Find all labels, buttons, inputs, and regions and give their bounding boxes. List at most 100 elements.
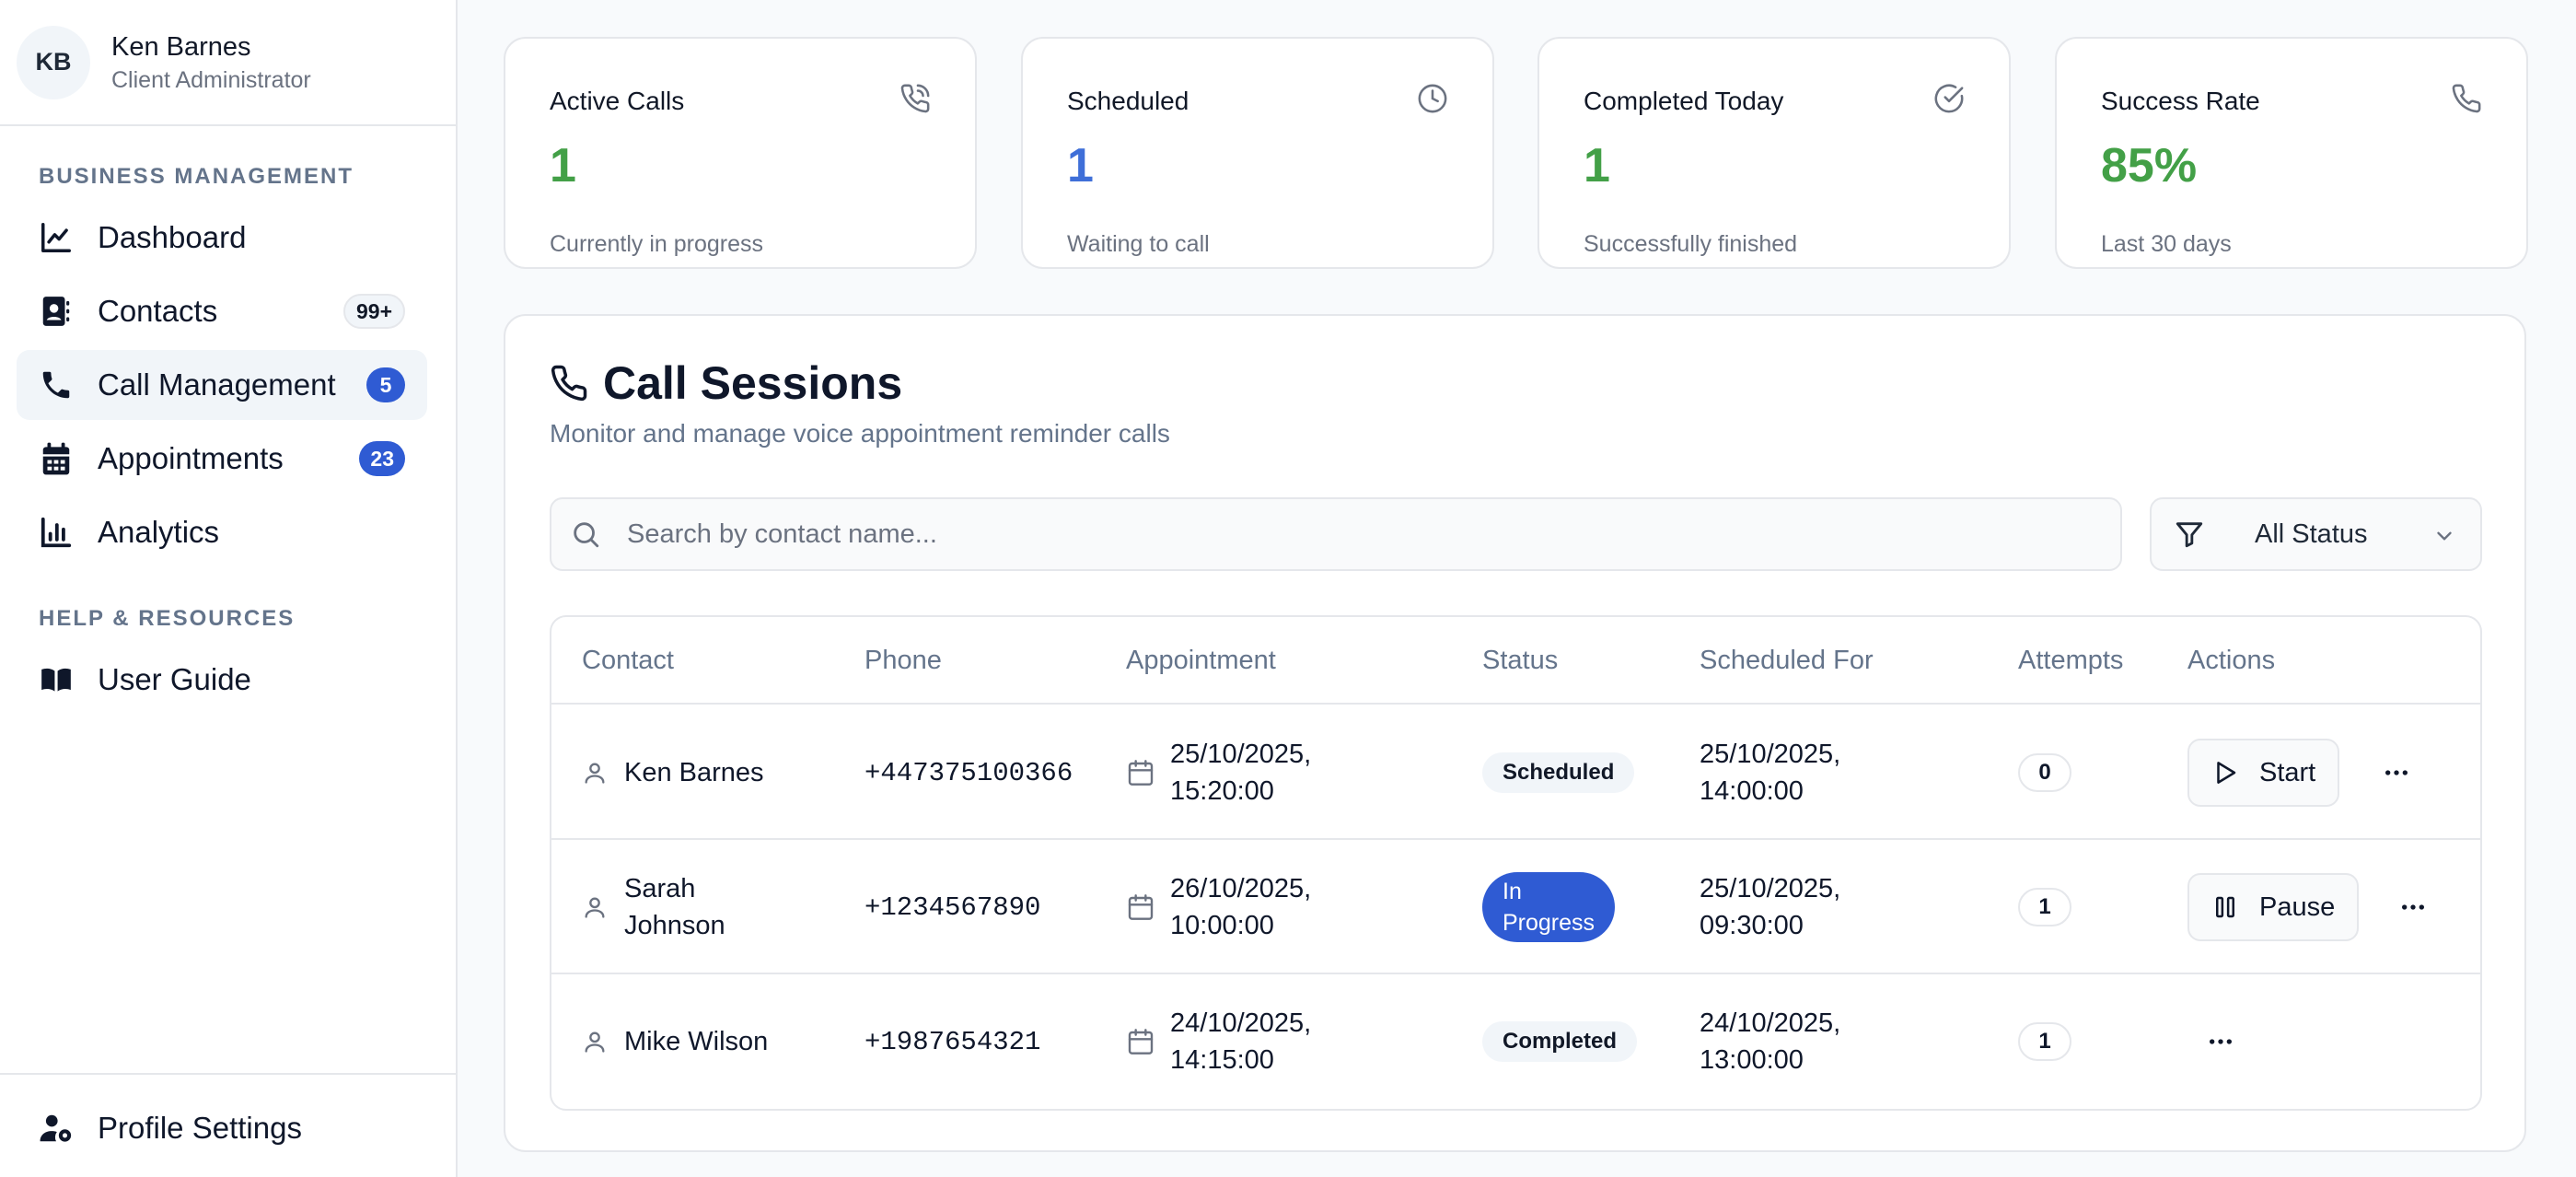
user-name: Ken Barnes (111, 31, 251, 62)
sidebar-item-user-guide[interactable]: User Guide (17, 645, 427, 715)
appointment-date: 24/10/2025, (1170, 1008, 1312, 1038)
sidebar-item-analytics[interactable]: Analytics (17, 497, 427, 567)
phone-icon (550, 364, 588, 402)
user-profile[interactable]: KB Ken Barnes Client Administrator (0, 0, 456, 126)
calendar-icon (1126, 892, 1155, 922)
start-call-button[interactable]: Start (2187, 739, 2340, 807)
stat-value: 1 (1584, 139, 1610, 192)
scheduled-time: 09:30:00 (1700, 911, 1804, 940)
sidebar-item-contacts[interactable]: Contacts 99+ (17, 276, 427, 346)
search-icon (570, 519, 601, 550)
column-header-contact[interactable]: Contact (582, 617, 674, 705)
attempts-badge: 0 (2018, 753, 2071, 792)
stat-card-success-rate: Success Rate 85% Last 30 days (2055, 37, 2528, 269)
phone-number: +447375100366 (864, 757, 1073, 788)
pause-call-button[interactable]: Pause (2187, 873, 2360, 941)
table-header: Contact Phone Appointment Status Schedul… (551, 617, 2480, 705)
calls-count-badge: 5 (366, 367, 405, 402)
status-filter-select[interactable]: All Status (2150, 497, 2482, 571)
column-header-status[interactable]: Status (1482, 617, 1558, 705)
stat-card-active-calls: Active Calls 1 Currently in progress (504, 37, 977, 269)
status-line-1: In (1503, 879, 1522, 904)
sidebar-item-profile-settings[interactable]: Profile Settings (17, 1093, 427, 1163)
stat-subtitle: Successfully finished (1584, 231, 1798, 257)
page-title: Call Sessions (603, 357, 903, 409)
page-subtitle: Monitor and manage voice appointment rem… (550, 419, 1170, 448)
calendar-icon (39, 441, 74, 476)
table-row: Ken Barnes +447375100366 25/10/2025, 15:… (551, 705, 2480, 840)
sidebar-item-label: User Guide (98, 662, 251, 696)
stat-card-scheduled: Scheduled 1 Waiting to call (1021, 37, 1494, 269)
sidebar: KB Ken Barnes Client Administrator BUSIN… (0, 0, 458, 1177)
call-sessions-table: Contact Phone Appointment Status Schedul… (550, 615, 2482, 1111)
search-input[interactable] (627, 519, 2008, 550)
more-options-icon[interactable] (2206, 1027, 2235, 1056)
phone-call-icon (899, 83, 931, 114)
sidebar-item-appointments[interactable]: Appointments 23 (17, 424, 427, 494)
scheduled-time: 13:00:00 (1700, 1045, 1804, 1075)
filter-icon (2174, 519, 2205, 550)
sidebar-item-call-management[interactable]: Call Management 5 (17, 350, 427, 420)
appointment-time: 10:00:00 (1170, 911, 1274, 940)
filter-selected-value: All Status (2255, 519, 2368, 549)
stat-title: Completed Today (1584, 87, 1784, 115)
pause-icon (2211, 893, 2239, 921)
user-icon (582, 760, 608, 786)
sidebar-item-label: Profile Settings (98, 1111, 302, 1145)
stat-title: Success Rate (2101, 87, 2260, 115)
stat-subtitle: Last 30 days (2101, 231, 2232, 257)
table-row: Sarah Johnson +1234567890 26/10/2025, 10… (551, 840, 2480, 974)
contact-last-name: Johnson (624, 911, 725, 940)
phone-number: +1234567890 (864, 891, 1041, 923)
contacts-icon (39, 294, 74, 329)
user-icon (582, 1029, 608, 1055)
start-button-label: Start (2259, 757, 2316, 787)
column-header-phone[interactable]: Phone (864, 617, 942, 705)
appointment-date: 25/10/2025, (1170, 740, 1312, 769)
attempts-badge: 1 (2018, 888, 2071, 926)
appointment-time: 15:20:00 (1170, 776, 1274, 806)
stat-title: Scheduled (1067, 87, 1189, 115)
sidebar-item-label: Dashboard (98, 220, 247, 254)
contacts-count-badge: 99+ (342, 294, 405, 329)
clock-icon (1417, 83, 1448, 114)
appointments-count-badge: 23 (359, 441, 405, 476)
status-badge: Scheduled (1482, 752, 1635, 793)
scheduled-date: 25/10/2025, (1700, 740, 1841, 769)
phone-icon (2451, 83, 2482, 114)
check-circle-icon (1933, 83, 1965, 114)
user-cog-icon (39, 1111, 74, 1146)
status-badge: In Progress (1482, 872, 1616, 942)
more-options-icon[interactable] (2398, 892, 2428, 922)
sidebar-item-label: Appointments (98, 441, 284, 475)
calendar-icon (1126, 1027, 1155, 1056)
stat-subtitle: Waiting to call (1067, 231, 1210, 257)
contact-name: Mike Wilson (624, 1027, 769, 1056)
table-row: Mike Wilson +1987654321 24/10/2025, 14:1… (551, 974, 2480, 1109)
avatar: KB (17, 25, 90, 99)
scheduled-date: 24/10/2025, (1700, 1008, 1841, 1038)
section-business-management: BUSINESS MANAGEMENT (39, 164, 354, 189)
call-sessions-panel: Call Sessions Monitor and manage voice a… (504, 314, 2526, 1152)
column-header-attempts[interactable]: Attempts (2018, 617, 2123, 705)
attempts-badge: 1 (2018, 1022, 2071, 1061)
scheduled-time: 14:00:00 (1700, 776, 1804, 806)
sidebar-item-dashboard[interactable]: Dashboard (17, 203, 427, 273)
sidebar-item-label: Call Management (98, 367, 336, 402)
section-help-resources: HELP & RESOURCES (39, 606, 296, 631)
pause-button-label: Pause (2259, 891, 2336, 922)
stat-subtitle: Currently in progress (550, 231, 764, 257)
book-icon (39, 662, 74, 697)
column-header-scheduled-for[interactable]: Scheduled For (1700, 617, 1874, 705)
calendar-icon (1126, 758, 1155, 787)
stat-value: 85% (2101, 139, 2198, 192)
sidebar-item-label: Analytics (98, 515, 220, 549)
user-icon (582, 894, 608, 920)
stat-title: Active Calls (550, 87, 685, 115)
user-role: Client Administrator (111, 67, 311, 94)
search-box (550, 497, 2122, 571)
more-options-icon[interactable] (2382, 758, 2411, 787)
stat-value: 1 (550, 139, 576, 192)
column-header-appointment[interactable]: Appointment (1126, 617, 1276, 705)
contact-first-name: Sarah (624, 874, 696, 903)
